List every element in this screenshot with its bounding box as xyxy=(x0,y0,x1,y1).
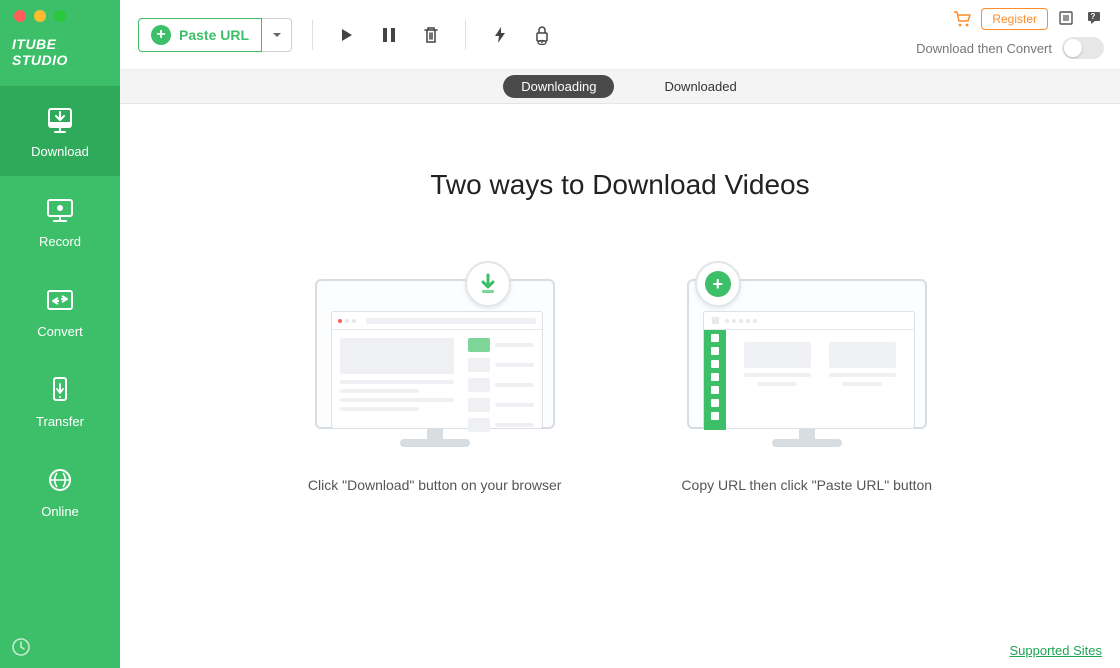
sidebar-item-label: Download xyxy=(31,144,89,159)
register-button[interactable]: Register xyxy=(981,8,1048,30)
window-controls xyxy=(0,0,120,28)
method-browser-download: Click "Download" button on your browser xyxy=(308,261,562,493)
method-paste-url: + Copy URL then click "Paste URL" button xyxy=(681,261,932,493)
browser-window-illustration xyxy=(331,311,543,429)
play-icon xyxy=(339,27,355,43)
menu-button[interactable] xyxy=(1058,10,1076,28)
feedback-button[interactable]: ? xyxy=(1086,10,1104,28)
minimize-window-button[interactable] xyxy=(34,10,46,22)
svg-text:?: ? xyxy=(1091,12,1096,21)
trash-icon xyxy=(422,26,440,44)
play-button[interactable] xyxy=(333,21,361,49)
paste-url-group: + Paste URL xyxy=(138,18,292,52)
main: + Paste URL xyxy=(120,0,1120,668)
app-window-illustration xyxy=(703,311,915,429)
content-heading: Two ways to Download Videos xyxy=(120,169,1120,201)
delete-button[interactable] xyxy=(417,21,445,49)
turbo-button[interactable] xyxy=(486,21,514,49)
sidebar-item-online[interactable]: Online xyxy=(0,446,120,536)
sidebar: ITUBE STUDIO Download Record Convert Tra… xyxy=(0,0,120,668)
close-window-button[interactable] xyxy=(14,10,26,22)
method-caption: Copy URL then click "Paste URL" button xyxy=(681,477,932,493)
tabs-bar: Downloading Downloaded xyxy=(120,70,1120,104)
cart-button[interactable] xyxy=(953,10,971,28)
history-button[interactable] xyxy=(10,636,32,658)
sidebar-item-convert[interactable]: Convert xyxy=(0,266,120,356)
sidebar-item-download[interactable]: Download xyxy=(0,86,120,176)
plus-icon: + xyxy=(151,25,171,45)
lock-eye-icon xyxy=(533,25,551,45)
private-button[interactable] xyxy=(528,21,556,49)
feedback-icon: ? xyxy=(1086,10,1102,26)
monitor-illustration: + xyxy=(687,261,927,451)
paste-url-dropdown[interactable] xyxy=(262,18,292,52)
methods-row: Click "Download" button on your browser xyxy=(120,261,1120,493)
online-icon xyxy=(44,464,76,496)
sidebar-item-transfer[interactable]: Transfer xyxy=(0,356,120,446)
tab-downloading[interactable]: Downloading xyxy=(503,75,614,98)
download-then-convert-row: Download then Convert xyxy=(916,37,1104,59)
paste-url-button[interactable]: + Paste URL xyxy=(138,18,262,52)
paste-url-label: Paste URL xyxy=(179,27,249,43)
bolt-icon xyxy=(492,26,508,44)
cart-icon xyxy=(953,10,971,28)
pause-button[interactable] xyxy=(375,21,403,49)
sidebar-item-label: Convert xyxy=(37,324,83,339)
supported-sites-link[interactable]: Supported Sites xyxy=(1009,643,1102,658)
download-badge-icon xyxy=(465,261,511,307)
app-brand: ITUBE STUDIO xyxy=(0,28,120,86)
convert-icon xyxy=(44,284,76,316)
download-icon xyxy=(44,104,76,136)
plus-badge-icon: + xyxy=(695,261,741,307)
sidebar-item-label: Record xyxy=(39,234,81,249)
menu-icon xyxy=(1058,10,1074,26)
chevron-down-icon xyxy=(271,29,283,41)
method-caption: Click "Download" button on your browser xyxy=(308,477,562,493)
download-then-convert-toggle[interactable] xyxy=(1062,37,1104,59)
separator xyxy=(465,20,466,50)
monitor-illustration xyxy=(315,261,555,451)
sidebar-item-label: Online xyxy=(41,504,79,519)
maximize-window-button[interactable] xyxy=(54,10,66,22)
download-then-convert-label: Download then Convert xyxy=(916,41,1052,56)
sidebar-item-label: Transfer xyxy=(36,414,84,429)
sidebar-item-record[interactable]: Record xyxy=(0,176,120,266)
record-icon xyxy=(44,194,76,226)
content-area: Two ways to Download Videos xyxy=(120,104,1120,668)
separator xyxy=(312,20,313,50)
toolbar: + Paste URL xyxy=(120,0,1120,70)
transfer-icon xyxy=(44,374,76,406)
pause-icon xyxy=(382,27,396,43)
top-right-controls: Register ? xyxy=(953,8,1104,30)
tab-downloaded[interactable]: Downloaded xyxy=(664,79,736,94)
